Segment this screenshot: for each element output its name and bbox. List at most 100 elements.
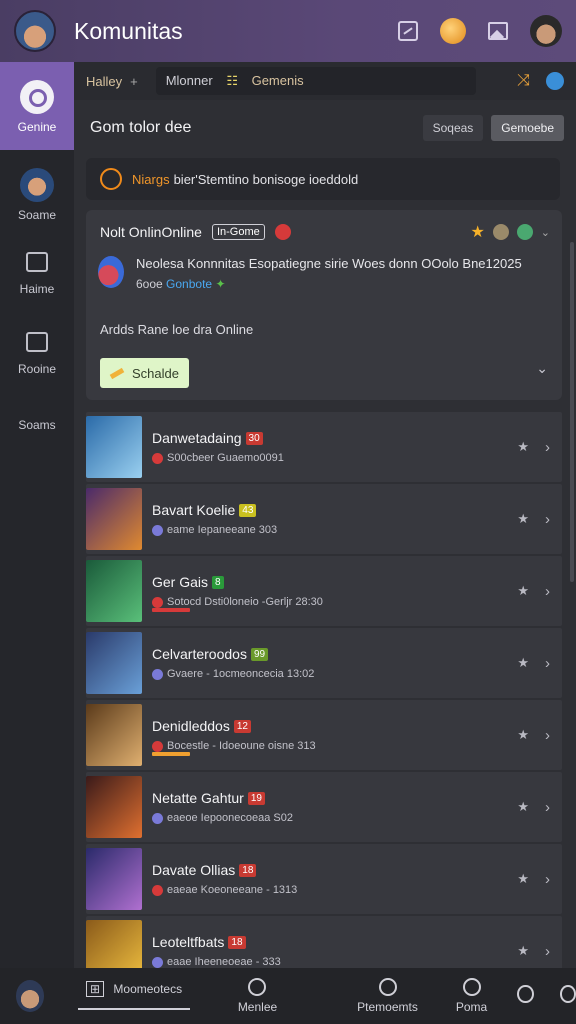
breadcrumb-current[interactable]: Mlonner ☷ Gemenis <box>155 67 476 95</box>
main-content: Halley + Mlonner ☷ Gemenis ⤨ Gom tolor d… <box>74 62 576 986</box>
online-text: Ardds Rane loe dra Online <box>100 322 254 337</box>
rail-item-rooine[interactable]: Rooine <box>0 332 74 376</box>
star-icon[interactable]: ★ <box>470 222 484 242</box>
game-subtitle: Bocestle - Idoeoune oisne 313 <box>167 740 316 752</box>
settings-icon[interactable] <box>559 985 576 1003</box>
image-icon[interactable] <box>488 22 508 40</box>
count-badge: 8 <box>212 575 224 589</box>
status-icon <box>274 224 291 240</box>
coin-icon[interactable] <box>440 18 466 44</box>
breadcrumb-first[interactable]: Halley <box>86 74 122 89</box>
game-thumbnail <box>86 560 142 622</box>
star-icon[interactable]: ★ <box>517 943 529 959</box>
tab-poma[interactable]: Poma <box>456 978 487 1014</box>
star-icon[interactable]: ★ <box>517 583 529 599</box>
star-icon[interactable]: ★ <box>517 439 529 455</box>
community-card: Nolt OnlinOnline In-Gome ★ ⌄ Neolesa Kon… <box>86 210 562 400</box>
list-item[interactable]: Bavart Koelie 43 eame Iepaneeane 303 ★ › <box>86 484 562 554</box>
rail-item-haime[interactable]: Haime <box>0 252 74 296</box>
status-icon <box>152 956 163 968</box>
calendar-icon <box>26 252 48 272</box>
list-item[interactable]: Netatte Gahtur 19 eaeoe Iepoonecoeaa S02… <box>86 772 562 842</box>
count-badge: 30 <box>245 431 263 445</box>
tab-menlee[interactable]: Menlee <box>238 978 277 1014</box>
bottom-avatar[interactable] <box>16 980 45 1012</box>
star-icon[interactable]: ★ <box>517 511 529 527</box>
chevron-down-icon[interactable]: ⌄ <box>536 360 548 377</box>
count-badge: 43 <box>239 503 257 517</box>
trophy-icon[interactable] <box>492 224 509 240</box>
avatar-icon <box>20 168 54 202</box>
leaf-icon[interactable] <box>516 224 533 240</box>
status-icon <box>152 812 163 824</box>
game-title: Denidleddos <box>152 718 230 734</box>
chevron-right-icon[interactable]: › <box>545 439 550 456</box>
game-subtitle: eaae Iheeneoeae - 333 <box>167 956 281 968</box>
primary-button[interactable]: Gemoebe <box>491 115 564 141</box>
game-thumbnail <box>86 704 142 766</box>
game-thumbnail <box>86 416 142 478</box>
chat-icon <box>20 80 54 114</box>
grid-icon: ⊞ <box>86 981 105 997</box>
page-title: Gom tolor dee <box>90 119 192 136</box>
profile-avatar[interactable] <box>14 10 56 52</box>
game-title: Celvarteroodos <box>152 646 247 662</box>
app-title: Komunitas <box>74 17 183 44</box>
game-title: Danwetadaing <box>152 430 242 446</box>
community-logo <box>98 256 124 288</box>
globe-icon <box>462 978 481 996</box>
notice-banner[interactable]: Niargs bier'Stemtino bonisoge ioeddold <box>86 158 560 200</box>
status-icon <box>152 452 163 464</box>
game-title: Bavart Koelie <box>152 502 236 518</box>
rail-item-soams[interactable]: Soams <box>0 418 74 432</box>
star-icon[interactable]: ★ <box>517 799 529 815</box>
user-avatar[interactable] <box>530 15 562 47</box>
status-icon <box>152 668 163 680</box>
game-title: Davate Ollias <box>152 862 236 878</box>
chevron-right-icon[interactable]: › <box>545 871 550 888</box>
tab-moomeotecs[interactable]: ⊞ Moomeotecs <box>78 981 190 1010</box>
count-badge: 12 <box>233 719 251 733</box>
list-item[interactable]: Davate Ollias 18 eaeae Koeoneeane - 1313… <box>86 844 562 914</box>
chevron-right-icon[interactable]: › <box>545 943 550 960</box>
bottom-nav: ⊞ Moomeotecs Menlee Ptemoemts Poma <box>0 968 576 1024</box>
tab-ptemoemts[interactable]: Ptemoemts <box>357 978 418 1014</box>
chevron-right-icon[interactable]: › <box>545 799 550 816</box>
chevron-right-icon[interactable]: › <box>545 655 550 672</box>
list-item[interactable]: Denidleddos 12 Bocestle - Idoeoune oisne… <box>86 700 562 770</box>
list-item[interactable]: Celvarteroodos 99 Gvaere - 1ocmeoncecia … <box>86 628 562 698</box>
compass-icon[interactable] <box>517 985 534 1003</box>
message-icon <box>26 332 48 352</box>
game-list: Danwetadaing 30 S00cbeer Guaemo0091 ★ › … <box>86 412 562 988</box>
progress-bar <box>152 752 190 756</box>
rail-item-soame[interactable]: Soame <box>0 168 74 222</box>
chevron-down-icon[interactable]: ⌄ <box>541 226 550 239</box>
chevron-right-icon[interactable]: › <box>545 583 550 600</box>
game-title: Netatte Gahtur <box>152 790 244 806</box>
chevron-right-icon[interactable]: › <box>545 727 550 744</box>
shuffle-icon[interactable]: ⤨ <box>517 72 530 90</box>
scrollbar[interactable] <box>570 242 574 582</box>
clock-icon <box>100 168 122 190</box>
info-icon[interactable] <box>546 72 564 90</box>
chart-icon[interactable] <box>398 21 418 41</box>
star-icon[interactable]: ★ <box>517 871 529 887</box>
rail-item-genine[interactable]: Genine <box>0 62 74 150</box>
pencil-icon <box>109 367 125 379</box>
list-item[interactable]: Danwetadaing 30 S00cbeer Guaemo0091 ★ › <box>86 412 562 482</box>
star-icon[interactable]: ★ <box>517 655 529 671</box>
star-outline-icon <box>378 978 397 996</box>
chat-icon <box>248 978 267 996</box>
game-subtitle: eaeoe Iepoonecoeaa S02 <box>167 812 294 824</box>
chevron-right-icon[interactable]: › <box>545 511 550 528</box>
list-item[interactable]: Ger Gais 8 Sotocd Dsti0loneio -Gerljr 28… <box>86 556 562 626</box>
count-badge: 18 <box>228 935 246 949</box>
game-thumbnail <box>86 848 142 910</box>
secondary-button[interactable]: Soqeas <box>422 115 484 141</box>
count-badge: 19 <box>247 791 265 805</box>
card-link[interactable]: Gonbote <box>166 277 212 291</box>
game-subtitle: eaeae Koeoneeane - 1313 <box>167 884 298 896</box>
card-description: Neolesa Konnnitas Esopatiegne sirie Woes… <box>136 256 522 271</box>
schedule-button[interactable]: Schalde <box>100 358 189 388</box>
star-icon[interactable]: ★ <box>517 727 529 743</box>
